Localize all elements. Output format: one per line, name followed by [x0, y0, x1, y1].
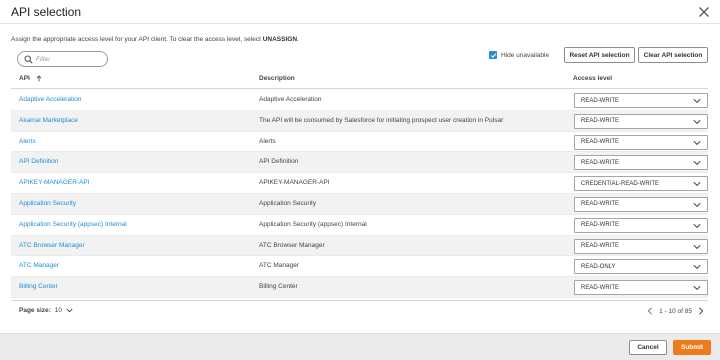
- hide-unavailable-checkbox[interactable]: [489, 51, 497, 59]
- access-level-select[interactable]: READ-WRITE: [574, 134, 708, 150]
- table-row: APIKEY-MANAGER-API APIKEY-MANAGER-API CR…: [11, 173, 708, 194]
- access-level-select[interactable]: READ-WRITE: [574, 155, 708, 171]
- table-row: Adaptive Acceleration Adaptive Accelerat…: [11, 90, 708, 111]
- api-link[interactable]: Alerts: [19, 138, 36, 145]
- clear-api-selection-button[interactable]: Clear API selection: [638, 47, 708, 63]
- close-icon: [699, 7, 709, 17]
- reset-api-selection-button[interactable]: Reset API selection: [564, 47, 635, 63]
- table-row: Akamai Marketplace The API will be consu…: [11, 110, 708, 132]
- access-level-value: READ-WRITE: [581, 118, 619, 125]
- chevron-down-icon: [693, 223, 701, 228]
- chevron-down-icon: [693, 140, 701, 145]
- chevron-right-icon[interactable]: [698, 307, 704, 315]
- pagination-bar: Page size: 10 1 - 10 of 85: [11, 300, 708, 320]
- table-body: Adaptive Acceleration Adaptive Accelerat…: [11, 90, 708, 298]
- api-description: ATC Manager: [259, 262, 299, 270]
- filter-input[interactable]: [36, 54, 104, 65]
- submit-button[interactable]: Submit: [673, 340, 711, 355]
- access-level-value: READ-WRITE: [581, 243, 619, 250]
- table-row: ATC Browser Manager ATC Browser Manager …: [11, 235, 708, 257]
- chevron-down-icon[interactable]: [66, 308, 73, 313]
- api-link[interactable]: Billing Center: [19, 283, 58, 290]
- access-level-select[interactable]: CREDENTIAL-READ-WRITE: [574, 176, 708, 192]
- hide-unavailable-label: Hide unavailable: [501, 51, 550, 59]
- table-row: Alerts Alerts READ-WRITE: [11, 132, 708, 153]
- api-description: Application Security (appsec) Internal: [259, 220, 367, 228]
- access-level-value: READ-ONLY: [581, 263, 616, 270]
- filter-box: [17, 51, 108, 67]
- table-row: Application Security (appsec) Internal A…: [11, 215, 708, 236]
- column-header-api[interactable]: API: [19, 75, 42, 82]
- page-range: 1 - 10 of 85: [659, 307, 692, 315]
- api-description: The API will be consumed by Salesforce f…: [259, 116, 504, 124]
- access-level-select[interactable]: READ-WRITE: [574, 113, 708, 129]
- chevron-down-icon: [693, 161, 701, 166]
- table-header: API Description Access level: [11, 70, 708, 89]
- api-description: APIKEY-MANAGER-API: [259, 179, 330, 187]
- access-level-select[interactable]: READ-ONLY: [574, 259, 708, 275]
- access-level-select[interactable]: READ-WRITE: [574, 217, 708, 233]
- chevron-down-icon: [693, 182, 701, 187]
- access-level-value: READ-WRITE: [581, 284, 619, 291]
- access-level-value: READ-WRITE: [581, 97, 619, 104]
- access-level-value: READ-WRITE: [581, 139, 619, 146]
- api-link[interactable]: ATC Manager: [19, 262, 59, 269]
- close-button[interactable]: [697, 5, 711, 19]
- api-description: Adaptive Acceleration: [259, 96, 322, 103]
- api-description: Billing Center: [259, 283, 298, 291]
- search-icon: [24, 55, 33, 64]
- access-level-select[interactable]: READ-WRITE: [574, 280, 708, 296]
- instructions-suffix: .: [297, 36, 299, 43]
- access-level-value: READ-WRITE: [581, 222, 619, 229]
- modal-header: API selection: [0, 0, 720, 24]
- page-navigation: 1 - 10 of 85: [647, 307, 704, 315]
- chevron-down-icon: [693, 98, 701, 104]
- modal-footer: Cancel Submit: [0, 333, 720, 360]
- api-description: Alerts: [259, 137, 276, 145]
- api-link[interactable]: Application Security (appsec) Internal: [19, 221, 127, 228]
- table-row: API Definition API Definition READ-WRITE: [11, 152, 708, 174]
- chevron-left-icon[interactable]: [647, 307, 653, 315]
- api-description: ATC Browser Manager: [259, 241, 325, 249]
- table-row: Billing Center Billing Center READ-WRITE: [11, 277, 708, 298]
- access-level-value: READ-WRITE: [581, 201, 619, 208]
- api-link[interactable]: API Definition: [19, 158, 58, 165]
- api-description: Application Security: [259, 199, 317, 207]
- column-header-api-label: API: [19, 75, 30, 82]
- column-header-access-level: Access level: [573, 75, 613, 82]
- access-level-select[interactable]: READ-WRITE: [574, 238, 708, 254]
- access-level-value: READ-WRITE: [581, 159, 619, 166]
- api-link[interactable]: Adaptive Acceleration: [19, 96, 82, 103]
- page-size-label: Page size:: [19, 307, 51, 314]
- page-size: Page size: 10: [19, 307, 73, 314]
- table-row: ATC Manager ATC Manager READ-ONLY: [11, 256, 708, 278]
- cancel-button[interactable]: Cancel: [629, 340, 667, 355]
- chevron-down-icon: [693, 202, 701, 208]
- instructions-keyword: UNASSIGN: [262, 36, 298, 43]
- table-row: Application Security Application Securit…: [11, 193, 708, 215]
- sort-arrow-up-icon: [36, 75, 42, 82]
- page-size-value[interactable]: 10: [55, 307, 62, 314]
- chevron-down-icon: [693, 286, 701, 291]
- instructions-prefix: Assign the appropriate access level for …: [11, 36, 263, 43]
- column-header-description: Description: [259, 75, 295, 82]
- api-link[interactable]: Akamai Marketplace: [19, 117, 78, 124]
- api-link[interactable]: ATC Browser Manager: [19, 242, 85, 249]
- chevron-down-icon: [693, 265, 701, 270]
- access-level-value: CREDENTIAL-READ-WRITE: [581, 180, 660, 187]
- access-level-select[interactable]: READ-WRITE: [574, 196, 708, 212]
- api-description: API Definition: [259, 158, 299, 166]
- modal-title: API selection: [11, 5, 82, 19]
- hide-unavailable-toggle[interactable]: Hide unavailable: [489, 50, 549, 60]
- chevron-down-icon: [693, 119, 701, 124]
- checkmark-icon: [490, 52, 496, 58]
- api-link[interactable]: Application Security: [19, 200, 76, 207]
- api-link[interactable]: APIKEY-MANAGER-API: [19, 179, 90, 186]
- instructions-text: Assign the appropriate access level for …: [11, 36, 299, 43]
- access-level-select[interactable]: READ-WRITE: [574, 93, 708, 108]
- chevron-down-icon: [693, 244, 701, 249]
